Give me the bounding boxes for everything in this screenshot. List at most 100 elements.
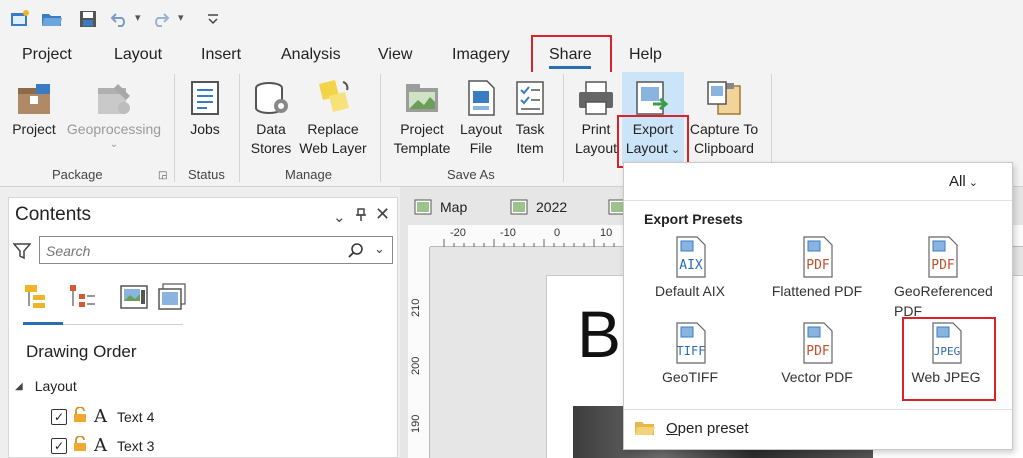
task-item-label-2: Item — [516, 140, 544, 156]
drawing-order-icon[interactable] — [23, 282, 53, 312]
view-switcher-active-indicator — [23, 322, 63, 325]
data-stores-icon — [251, 76, 291, 120]
geoprocessing-dropdown-icon: ⌄ — [109, 139, 119, 150]
redo-dropdown-icon[interactable]: ▾ — [178, 11, 184, 24]
print-layout-label-2: Layout — [574, 140, 618, 156]
print-layout-label-1: Print — [581, 121, 611, 137]
task-item-button[interactable]: Task Item — [508, 72, 552, 158]
export-presets-heading: Export Presets — [644, 211, 743, 227]
list-by-visibility-icon[interactable] — [119, 282, 149, 312]
preset-default-aix[interactable]: AIX Default AIX — [644, 235, 736, 301]
customize-icon[interactable] — [201, 7, 225, 31]
svg-text:PDF: PDF — [931, 258, 955, 273]
project-template-button[interactable]: Project Template — [390, 72, 454, 158]
layout-file-button[interactable]: Layout File — [456, 72, 506, 158]
search-input[interactable] — [46, 241, 336, 261]
search-box[interactable]: ⌄ — [39, 236, 393, 264]
package-project-button[interactable]: Project — [8, 72, 60, 139]
dialog-launcher-icon[interactable]: ◲ — [158, 170, 167, 181]
doc-tab-2022[interactable]: 2022 — [510, 199, 567, 215]
task-item-icon — [510, 76, 550, 120]
doc-tab-map[interactable]: Map — [414, 199, 467, 215]
contents-panel: Contents ⌄ ✕ ⌄ — [8, 197, 398, 458]
folder-open-icon — [635, 422, 655, 435]
preset-geotiff[interactable]: TIFF GeoTIFF — [644, 321, 736, 387]
list-by-selection-icon[interactable] — [157, 282, 187, 312]
group-separator — [239, 74, 240, 182]
preset-flattened-pdf[interactable]: PDF Flattened PDF — [764, 235, 870, 301]
open-project-icon[interactable] — [40, 7, 64, 31]
collapse-triangle-icon[interactable]: ◢ — [15, 381, 23, 392]
group-separator — [380, 74, 381, 182]
search-icon[interactable] — [348, 242, 364, 263]
aix-file-icon: AIX — [676, 236, 706, 278]
replace-web-layer-icon — [313, 76, 353, 120]
pdf-file-icon: PDF — [928, 236, 958, 278]
visibility-checkbox[interactable]: ✓ — [51, 437, 67, 454]
tab-insert[interactable]: Insert — [201, 46, 241, 64]
group-separator — [563, 74, 564, 182]
tab-imagery[interactable]: Imagery — [452, 46, 510, 64]
tree-node-layout[interactable]: ◢ Layout — [15, 378, 77, 394]
project-template-icon — [402, 76, 442, 120]
capture-to-clipboard-button[interactable]: Capture To Clipboard — [688, 72, 760, 158]
save-project-icon[interactable] — [76, 7, 100, 31]
replace-web-layer-button[interactable]: Replace Web Layer — [298, 72, 368, 158]
vertical-ruler: 210 200 190 — [408, 247, 430, 458]
preset-georeferenced-pdf[interactable]: PDF GeoReferenced PDF — [886, 235, 998, 321]
map-icon — [414, 199, 432, 215]
unlock-icon[interactable] — [72, 435, 88, 455]
tree-node-label: Text 3 — [117, 437, 155, 454]
jobs-label: Jobs — [190, 121, 220, 137]
unlock-icon[interactable] — [72, 406, 88, 426]
jobs-button[interactable]: Jobs — [182, 72, 228, 139]
svg-text:AIX: AIX — [679, 258, 703, 273]
geoprocessing-label: Geoprocessing — [66, 121, 162, 137]
tab-project[interactable]: Project — [22, 46, 72, 64]
list-by-type-icon[interactable] — [67, 282, 97, 312]
printer-icon — [576, 76, 616, 120]
preset-vector-pdf[interactable]: PDF Vector PDF — [764, 321, 870, 387]
undo-dropdown-icon[interactable]: ▾ — [135, 11, 141, 24]
tree-node-text-3[interactable]: ✓ A Text 3 — [51, 435, 154, 456]
layout-file-label-1: Layout — [459, 121, 503, 137]
tab-analysis[interactable]: Analysis — [281, 46, 341, 64]
preset-filter-dropdown[interactable]: All ⌄ — [949, 173, 978, 190]
tab-view[interactable]: View — [378, 46, 412, 64]
group-label-status: Status — [188, 167, 225, 182]
ribbon-tabs: Project Layout Insert Analysis View Imag… — [0, 38, 1023, 72]
data-stores-label-2: Stores — [250, 140, 292, 156]
print-layout-button[interactable]: Print Layout — [572, 72, 620, 158]
package-project-label: Project — [12, 121, 56, 137]
package-project-icon — [14, 76, 54, 120]
geoprocessing-package-icon — [94, 76, 134, 120]
close-icon[interactable]: ✕ — [375, 204, 390, 225]
ruler-tick-label: 210 — [410, 298, 422, 317]
export-layout-highlight — [617, 115, 689, 168]
project-template-label-2: Template — [393, 140, 451, 156]
group-label-save-as: Save As — [447, 167, 495, 182]
visibility-checkbox[interactable]: ✓ — [51, 408, 67, 425]
ruler-tick-label: 200 — [410, 356, 422, 375]
svg-text:PDF: PDF — [806, 344, 830, 359]
dropdown-divider — [624, 200, 1012, 201]
undo-icon[interactable] — [108, 7, 132, 31]
geoprocessing-button[interactable]: Geoprocessing ⌄ — [66, 72, 162, 151]
group-label-manage: Manage — [285, 167, 332, 182]
svg-text:PDF: PDF — [806, 258, 830, 273]
tiff-file-icon: TIFF — [676, 322, 706, 364]
tree-node-text-4[interactable]: ✓ A Text 4 — [51, 406, 154, 427]
redo-icon[interactable] — [148, 7, 172, 31]
search-options-chevron-icon[interactable]: ⌄ — [374, 241, 385, 257]
layout-file-label-2: File — [469, 140, 493, 156]
pane-options-chevron-icon[interactable]: ⌄ — [333, 208, 346, 226]
project-template-label-1: Project — [400, 121, 444, 137]
pdf-file-icon: PDF — [803, 236, 833, 278]
pin-icon[interactable] — [355, 208, 367, 226]
tab-layout[interactable]: Layout — [114, 46, 162, 64]
filter-icon[interactable] — [12, 242, 32, 265]
tab-help[interactable]: Help — [629, 46, 662, 64]
data-stores-button[interactable]: Data Stores — [248, 72, 294, 158]
new-project-icon[interactable] — [8, 7, 32, 31]
open-preset-button[interactable]: Open preset — [634, 419, 749, 437]
